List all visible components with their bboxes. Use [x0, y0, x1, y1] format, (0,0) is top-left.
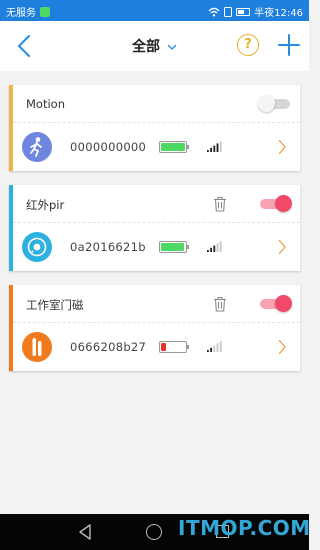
signal-bar — [216, 243, 219, 252]
device-id: 0666208b27 — [70, 340, 147, 354]
battery-icon — [159, 141, 189, 153]
signal-bar — [213, 345, 216, 352]
device-detail-row[interactable]: 0a2016621b — [13, 223, 300, 271]
battery-status-icon — [236, 7, 251, 16]
chevron-down-icon — [167, 44, 177, 50]
device-card: 红外pir 0a2016621b — [9, 185, 300, 271]
signal-bar — [216, 143, 219, 152]
battery-icon — [159, 241, 189, 253]
signal-strength-icon — [207, 141, 222, 152]
device-toggle[interactable] — [260, 295, 292, 312]
device-toggle[interactable] — [258, 95, 290, 112]
page-title: 全部 — [131, 39, 160, 55]
signal-bar — [207, 250, 209, 252]
signal-bar — [216, 343, 219, 352]
chevron-right-icon — [278, 339, 286, 355]
trash-icon[interactable] — [213, 296, 227, 312]
add-device-button[interactable] — [277, 33, 301, 57]
device-card: 工作室门磁 0666208b27 — [9, 285, 300, 371]
nav-home-icon[interactable] — [146, 524, 162, 540]
watermark: ITMOP.COM — [178, 516, 311, 540]
device-name: Motion — [26, 97, 65, 111]
signal-bar — [207, 150, 209, 152]
signal-bar — [210, 147, 212, 152]
device-name: 工作室门磁 — [26, 298, 84, 312]
chevron-right-icon — [278, 239, 286, 255]
signal-bar — [219, 341, 222, 352]
sim-icon — [224, 6, 233, 17]
signal-bar — [210, 247, 212, 252]
device-id: 0000000000 — [70, 140, 147, 154]
motion-sensor-icon — [22, 132, 52, 162]
nav-back-icon[interactable] — [78, 524, 92, 540]
device-name: 红外pir — [26, 198, 65, 212]
signal-bar — [207, 350, 209, 352]
device-toggle[interactable] — [260, 195, 292, 212]
signal-strength-icon — [207, 341, 222, 352]
battery-icon — [159, 341, 189, 353]
pir-sensor-icon — [22, 232, 52, 262]
signal-strength-icon — [207, 241, 222, 252]
wifi-icon — [208, 7, 220, 16]
signal-bar — [210, 347, 212, 352]
notification-icon — [40, 6, 50, 17]
signal-bar — [219, 241, 222, 252]
status-time: 半夜12:46 — [254, 8, 303, 19]
help-button[interactable]: ? — [237, 34, 259, 56]
carrier-label: 无服务 — [6, 8, 36, 19]
app-header: 全部 ? — [0, 21, 309, 71]
signal-bar — [213, 245, 216, 252]
status-bar: 无服务 半夜12:46 — [0, 0, 309, 21]
device-detail-row[interactable]: 0666208b27 — [13, 323, 300, 371]
door-sensor-icon — [22, 332, 52, 362]
device-id: 0a2016621b — [70, 240, 146, 254]
trash-icon[interactable] — [213, 196, 227, 212]
device-card: Motion 0000000000 — [9, 85, 300, 171]
title-dropdown[interactable]: 全部 — [0, 36, 309, 56]
system-nav-bar: ITMOP.COM — [0, 514, 311, 550]
device-detail-row[interactable]: 0000000000 — [13, 123, 300, 171]
signal-bar — [213, 145, 216, 152]
signal-bar — [219, 141, 222, 152]
chevron-right-icon — [278, 139, 286, 155]
